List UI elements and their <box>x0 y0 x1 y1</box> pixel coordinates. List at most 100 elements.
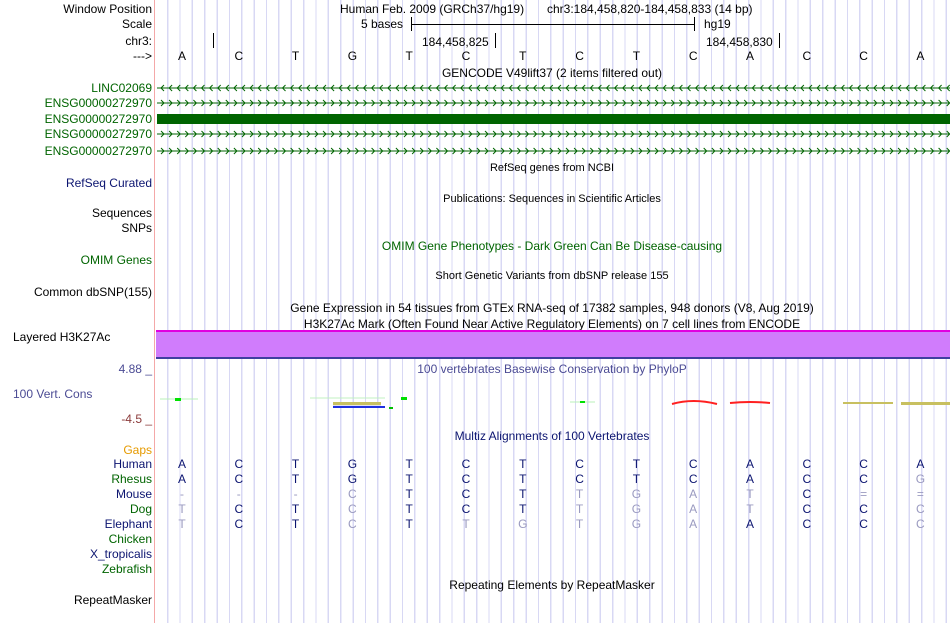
aligned-base: C <box>802 457 812 471</box>
aligned-base: T <box>519 457 527 471</box>
aligned-base: C <box>688 472 698 486</box>
aligned-base: C <box>688 457 698 471</box>
aligned-base: G <box>518 517 528 531</box>
aligned-base: C <box>802 517 812 531</box>
aligned-base: T <box>575 517 584 531</box>
gene-feature[interactable] <box>157 97 950 109</box>
base-letter: C <box>859 49 868 63</box>
aligned-base: A <box>916 457 925 471</box>
snps-label[interactable]: SNPs <box>121 221 152 235</box>
aligned-base: T <box>291 472 300 486</box>
aligned-base: C <box>575 472 584 486</box>
gene-feature[interactable] <box>157 128 950 140</box>
aligned-base: C <box>461 457 471 471</box>
species-label[interactable]: Human <box>113 457 152 471</box>
aligned-base: C <box>916 517 925 531</box>
phylop-mark <box>901 402 950 405</box>
base-letter: C <box>234 49 244 63</box>
aligned-base: C <box>461 502 471 516</box>
species-label[interactable]: Chicken <box>109 532 152 546</box>
gaps-label[interactable]: Gaps <box>123 443 152 457</box>
omim-title[interactable]: OMIM Gene Phenotypes - Dark Green Can Be… <box>382 239 722 253</box>
gene-label[interactable]: ENSG00000272970 <box>45 112 152 126</box>
species-label[interactable]: Elephant <box>105 517 152 531</box>
repeatmasker-label[interactable]: RepeatMasker <box>74 593 152 607</box>
scale-bar-end <box>694 17 695 31</box>
aligned-base: C <box>348 517 357 531</box>
coord-tick-label: 184,458,825 <box>422 35 489 49</box>
aligned-base: G <box>631 487 642 501</box>
h3k27ac-title[interactable]: H3K27Ac Mark (Often Found Near Active Re… <box>304 317 800 331</box>
base-letter: C <box>802 49 812 63</box>
phylop-label[interactable]: 100 Vert. Cons <box>13 387 92 401</box>
base-letter: T <box>291 49 300 63</box>
species-label[interactable]: Zebrafish <box>102 562 152 576</box>
db-label: hg19 <box>704 17 731 31</box>
base-letter: A <box>745 49 754 63</box>
aligned-base: = <box>860 487 868 501</box>
gene-feature[interactable] <box>157 145 950 157</box>
refseq-curated-label[interactable]: RefSeq Curated <box>66 176 152 190</box>
gtex-title[interactable]: Gene Expression in 54 tissues from GTEx … <box>290 301 814 315</box>
phylop-mark <box>389 407 393 409</box>
label-divider <box>154 0 155 623</box>
gene-feature[interactable] <box>157 113 950 125</box>
publications-title[interactable]: Publications: Sequences in Scientific Ar… <box>443 192 661 206</box>
aligned-base: C <box>461 487 471 501</box>
gene-feature[interactable] <box>157 82 950 94</box>
aligned-base: A <box>745 517 754 531</box>
aligned-base: T <box>291 517 300 531</box>
aligned-base: T <box>405 487 413 501</box>
window-position-label: Window Position <box>63 2 152 16</box>
aligned-base: C <box>916 502 925 516</box>
aligned-base: C <box>461 472 471 486</box>
aligned-base: A <box>689 487 698 501</box>
phylop-title[interactable]: 100 vertebrates Basewise Conservation by… <box>417 362 686 376</box>
species-label[interactable]: Dog <box>130 502 152 516</box>
gene-label[interactable]: ENSG00000272970 <box>45 96 152 110</box>
gene-label[interactable]: ENSG00000272970 <box>45 127 152 141</box>
phylop-mark <box>333 402 381 405</box>
aligned-base: C <box>802 487 812 501</box>
aligned-base: A <box>177 472 186 486</box>
sequences-label[interactable]: Sequences <box>92 206 152 220</box>
aligned-base: T <box>519 472 527 486</box>
refseq-title[interactable]: RefSeq genes from NCBI <box>490 161 614 175</box>
layered-h3k27ac-label[interactable]: Layered H3K27Ac <box>13 330 110 344</box>
aligned-base: A <box>745 472 754 486</box>
aligned-base: T <box>519 487 527 501</box>
aligned-base: T <box>462 517 470 531</box>
base-letter: C <box>461 49 471 63</box>
aligned-base: T <box>746 502 754 516</box>
repeatmasker-title[interactable]: Repeating Elements by RepeatMasker <box>449 578 654 592</box>
phylop-mark <box>671 400 718 405</box>
omim-genes-label[interactable]: OMIM Genes <box>81 253 152 267</box>
species-label[interactable]: Rhesus <box>111 472 152 486</box>
aligned-base: T <box>405 457 413 471</box>
multiz-title[interactable]: Multiz Alignments of 100 Vertebrates <box>455 429 650 443</box>
gencode-title[interactable]: GENCODE V49lift37 (2 items filtered out) <box>442 66 662 80</box>
aligned-base: T <box>291 457 300 471</box>
aligned-base: T <box>575 502 584 516</box>
base-letter: C <box>575 49 584 63</box>
aligned-base: C <box>348 487 357 501</box>
scale-text: 5 bases <box>361 17 404 31</box>
species-label[interactable]: Mouse <box>116 487 152 501</box>
assembly-title: Human Feb. 2009 (GRCh37/hg19) <box>340 2 525 16</box>
chr-label: chr3: <box>125 34 152 48</box>
position-text[interactable]: chr3:184,458,820-184,458,833 (14 bp) <box>547 2 753 16</box>
aligned-base: C <box>575 457 584 471</box>
gene-label[interactable]: LINC02069 <box>91 81 152 95</box>
aligned-base: C <box>234 517 244 531</box>
aligned-base: T <box>519 502 527 516</box>
aligned-base: G <box>631 517 642 531</box>
gene-label[interactable]: ENSG00000272970 <box>45 144 152 158</box>
aligned-base: A <box>689 502 698 516</box>
species-label[interactable]: X_tropicalis <box>90 547 152 561</box>
aligned-base: A <box>745 457 754 471</box>
dbsnp-title[interactable]: Short Genetic Variants from dbSNP releas… <box>435 269 668 283</box>
h3k27ac-signal[interactable] <box>156 330 950 359</box>
common-dbsnp-label[interactable]: Common dbSNP(155) <box>34 285 152 299</box>
phylop-min-label: -4.5 _ <box>121 412 152 426</box>
phylop-mark <box>843 402 893 404</box>
